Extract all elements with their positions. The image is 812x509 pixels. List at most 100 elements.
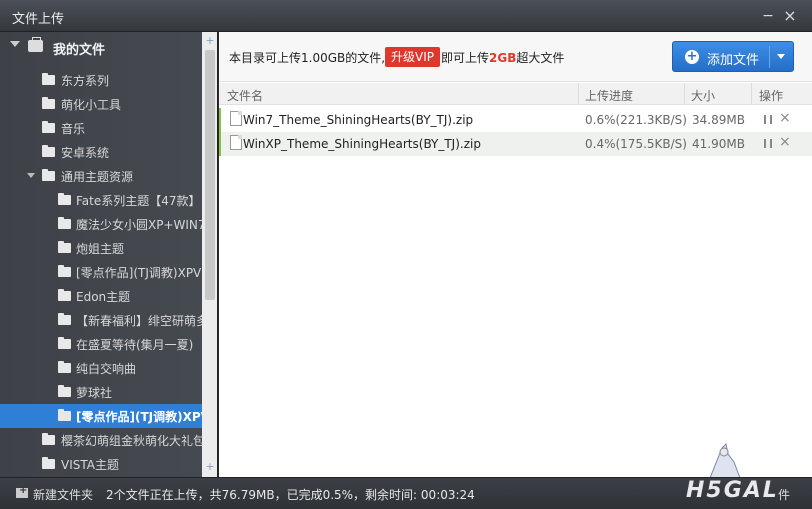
add-file-button[interactable]: + 添加文件 xyxy=(672,41,794,72)
add-file-label: 添加文件 xyxy=(707,53,760,68)
folder-label: 通用主题资源 xyxy=(61,170,134,184)
folder-label: 纯白交响曲 xyxy=(76,362,137,376)
sidebar-folder-item[interactable]: 魔法少女小圆XP+WIN7 xyxy=(0,212,202,236)
remove-icon[interactable]: × xyxy=(779,135,791,149)
scroll-down-icon[interactable]: + xyxy=(205,461,215,472)
folder-icon xyxy=(58,193,71,205)
file-icon xyxy=(230,135,242,150)
folder-sidebar: 我的文件 东方系列萌化小工具音乐安卓系统通用主题资源 Fate系列主题【47款】魔… xyxy=(0,32,218,477)
folder-label: 魔法少女小圆XP+WIN7 xyxy=(76,218,202,232)
scroll-up-icon[interactable]: + xyxy=(205,35,215,46)
collapse-arrow-icon[interactable] xyxy=(10,41,20,47)
upload-summary: 2个文件正在上传，共76.79MB，已完成0.5%，剩余时间: 00:03:24 xyxy=(106,488,475,502)
minimize-button[interactable]: − xyxy=(758,6,778,26)
sidebar-folder-item[interactable]: 在盛夏等待(集月一夏) xyxy=(0,332,202,356)
col-header-progress[interactable]: 上传进度 xyxy=(585,87,633,104)
sidebar-scrollbar[interactable]: + + xyxy=(202,32,217,477)
sidebar-root-my-files[interactable]: 我的文件 xyxy=(0,32,202,62)
sidebar-folder-item[interactable]: [零点作品](TJ调教)XPV xyxy=(0,404,202,428)
folder-label: 安卓系统 xyxy=(61,146,110,160)
folder-label: Edon主题 xyxy=(76,290,131,304)
sidebar-folder-item[interactable]: 樱茶幻萌组金秋萌化大礼包 xyxy=(0,428,202,452)
upload-progress: 0.6%(221.3KB/S) xyxy=(585,113,687,127)
upgrade-vip-button[interactable]: 升级VIP xyxy=(385,47,440,67)
chevron-down-icon[interactable] xyxy=(777,54,785,59)
folder-label: [零点作品](TJ调教)XPV xyxy=(76,266,202,280)
folder-icon xyxy=(58,409,71,421)
folder-icon xyxy=(42,73,55,85)
quota-infobar: 本目录可上传1.00GB的文件, 升级VIP 即可上传2GB超大文件 + 添加文… xyxy=(219,32,812,82)
sidebar-folder-item[interactable]: 【新春福利】绯空研萌多 xyxy=(0,308,202,332)
plus-icon: + xyxy=(685,49,699,64)
pause-icon[interactable] xyxy=(764,139,772,148)
sidebar-folder-item[interactable]: 音乐 xyxy=(0,116,202,140)
folder-icon xyxy=(58,289,71,301)
watermark-mascot-image xyxy=(709,442,741,479)
file-name: WinXP_Theme_ShiningHearts(BY_TJ).zip xyxy=(243,137,481,151)
status-bar: 新建文件夹 2个文件正在上传，共76.79MB，已完成0.5%，剩余时间: 00… xyxy=(0,477,812,509)
sidebar-folder-item[interactable]: 安卓系统 xyxy=(0,140,202,164)
folder-icon xyxy=(58,217,71,229)
quota-text: 本目录可上传1.00GB的文件, xyxy=(229,51,386,65)
upload-panel: 本目录可上传1.00GB的文件, 升级VIP 即可上传2GB超大文件 + 添加文… xyxy=(219,32,812,477)
folder-icon xyxy=(58,361,71,373)
vip-benefit-text: 即可上传2GB超大文件 xyxy=(441,51,565,65)
scrollbar-thumb[interactable] xyxy=(205,50,215,300)
sidebar-folder-item[interactable]: 纯白交响曲 xyxy=(0,356,202,380)
folder-icon xyxy=(42,121,55,133)
sidebar-folder-item[interactable]: Fate系列主题【47款】 xyxy=(0,188,202,212)
folder-icon xyxy=(58,385,71,397)
folder-tree: 东方系列萌化小工具音乐安卓系统通用主题资源 Fate系列主题【47款】 魔法少女小圆… xyxy=(0,68,202,476)
col-header-action: 操作 xyxy=(759,89,784,103)
folder-icon xyxy=(58,313,71,325)
table-row[interactable]: WinXP_Theme_ShiningHearts(BY_TJ).zip 0.4… xyxy=(219,132,812,156)
file-name: Win7_Theme_ShiningHearts(BY_TJ).zip xyxy=(243,113,474,127)
folder-label: 在盛夏等待(集月一夏) xyxy=(76,338,194,352)
folder-icon xyxy=(58,337,71,349)
briefcase-icon xyxy=(28,37,43,52)
sidebar-folder-item[interactable]: VISTA主题 xyxy=(0,452,202,476)
status-trailing-text: 件 xyxy=(778,488,791,502)
sidebar-folder-item[interactable]: Edon主题 xyxy=(0,284,202,308)
folder-label: [零点作品](TJ调教)XPV xyxy=(76,410,202,424)
title-bar: 文件上传 − × xyxy=(0,0,812,32)
col-header-size[interactable]: 大小 xyxy=(691,87,715,104)
folder-label: 炮姐主题 xyxy=(76,242,125,256)
folder-label: 萌化小工具 xyxy=(61,98,122,112)
sidebar-folder-item[interactable]: 炮姐主题 xyxy=(0,236,202,260)
sidebar-folder-item[interactable]: 东方系列 xyxy=(0,68,202,92)
table-header: 文件名 上传进度 大小 操作 xyxy=(219,83,812,105)
folder-label: 萝球社 xyxy=(76,386,113,400)
folder-label: VISTA主题 xyxy=(61,458,119,472)
upload-progress: 0.4%(175.5KB/S) xyxy=(585,137,687,151)
file-icon xyxy=(230,111,242,126)
folder-label: 音乐 xyxy=(61,122,86,136)
remove-icon[interactable]: × xyxy=(779,111,791,125)
folder-label: 樱茶幻萌组金秋萌化大礼包 xyxy=(61,434,202,448)
col-header-name[interactable]: 文件名 xyxy=(227,87,263,104)
table-row[interactable]: Win7_Theme_ShiningHearts(BY_TJ).zip 0.6%… xyxy=(219,108,812,132)
sidebar-root-label: 我的文件 xyxy=(53,43,106,58)
folder-label: Fate系列主题【47款】 xyxy=(76,194,201,208)
folder-icon xyxy=(58,241,71,253)
watermark-logo: H5GAL xyxy=(686,478,779,503)
new-folder-icon[interactable] xyxy=(16,485,28,498)
close-button[interactable]: × xyxy=(780,6,800,26)
file-size: 34.89MB xyxy=(692,113,745,127)
window-title: 文件上传 xyxy=(12,12,65,27)
sidebar-folder-item[interactable]: 萝球社 xyxy=(0,380,202,404)
folder-label: 东方系列 xyxy=(61,74,110,88)
folder-icon xyxy=(42,457,55,469)
file-size: 41.90MB xyxy=(692,137,745,151)
vip-size-highlight: 2GB xyxy=(489,51,517,65)
folder-icon xyxy=(42,97,55,109)
pause-icon[interactable] xyxy=(764,115,772,124)
new-folder-button[interactable]: 新建文件夹 xyxy=(33,486,93,503)
sidebar-folder-item[interactable]: [零点作品](TJ调教)XPV xyxy=(0,260,202,284)
sidebar-folder-item[interactable]: 萌化小工具 xyxy=(0,92,202,116)
folder-icon xyxy=(42,433,55,445)
expand-arrow-icon[interactable] xyxy=(27,173,35,178)
folder-icon xyxy=(58,265,71,277)
folder-label: 【新春福利】绯空研萌多 xyxy=(76,314,202,328)
sidebar-folder-item[interactable]: 通用主题资源 xyxy=(0,164,202,188)
